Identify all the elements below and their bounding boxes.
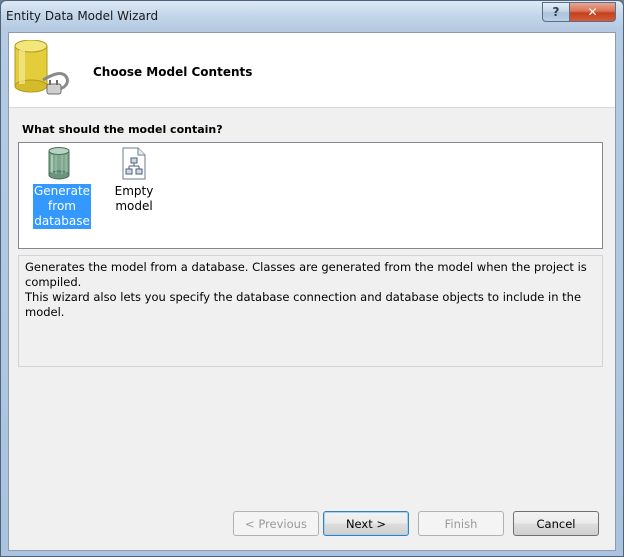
title-bar[interactable]: Entity Data Model Wizard ? ✕ bbox=[1, 1, 623, 31]
description-text: Generates the model from a database. Cla… bbox=[25, 260, 587, 319]
model-contents-question: What should the model contain? bbox=[22, 123, 223, 136]
database-plug-icon bbox=[14, 40, 69, 95]
empty-model-document-icon bbox=[122, 147, 146, 180]
close-button[interactable]: ✕ bbox=[569, 2, 616, 22]
help-button[interactable]: ? bbox=[542, 2, 569, 22]
option-empty-model[interactable]: Empty model bbox=[96, 147, 172, 214]
database-icon bbox=[48, 147, 70, 180]
wizard-header: Choose Model Contents bbox=[9, 33, 615, 108]
option-description: Generates the model from a database. Cla… bbox=[18, 255, 603, 367]
option-generate-label: Generate from database bbox=[33, 184, 92, 229]
page-title: Choose Model Contents bbox=[93, 65, 253, 79]
option-generate-from-database[interactable]: Generate from database bbox=[33, 147, 92, 229]
finish-button[interactable]: Finish bbox=[418, 511, 504, 536]
next-button[interactable]: Next > bbox=[323, 511, 409, 536]
help-icon: ? bbox=[552, 5, 560, 19]
wizard-client-area: Choose Model Contents What should the mo… bbox=[8, 32, 616, 551]
window-title: Entity Data Model Wizard bbox=[6, 9, 159, 23]
cancel-button[interactable]: Cancel bbox=[513, 511, 599, 536]
wizard-window: Entity Data Model Wizard ? ✕ Choose Mode… bbox=[0, 0, 624, 557]
previous-button[interactable]: < Previous bbox=[233, 511, 319, 536]
model-contents-list: Generate from database Empty model bbox=[18, 142, 603, 249]
close-icon: ✕ bbox=[587, 5, 598, 19]
option-empty-label: Empty model bbox=[114, 184, 154, 213]
